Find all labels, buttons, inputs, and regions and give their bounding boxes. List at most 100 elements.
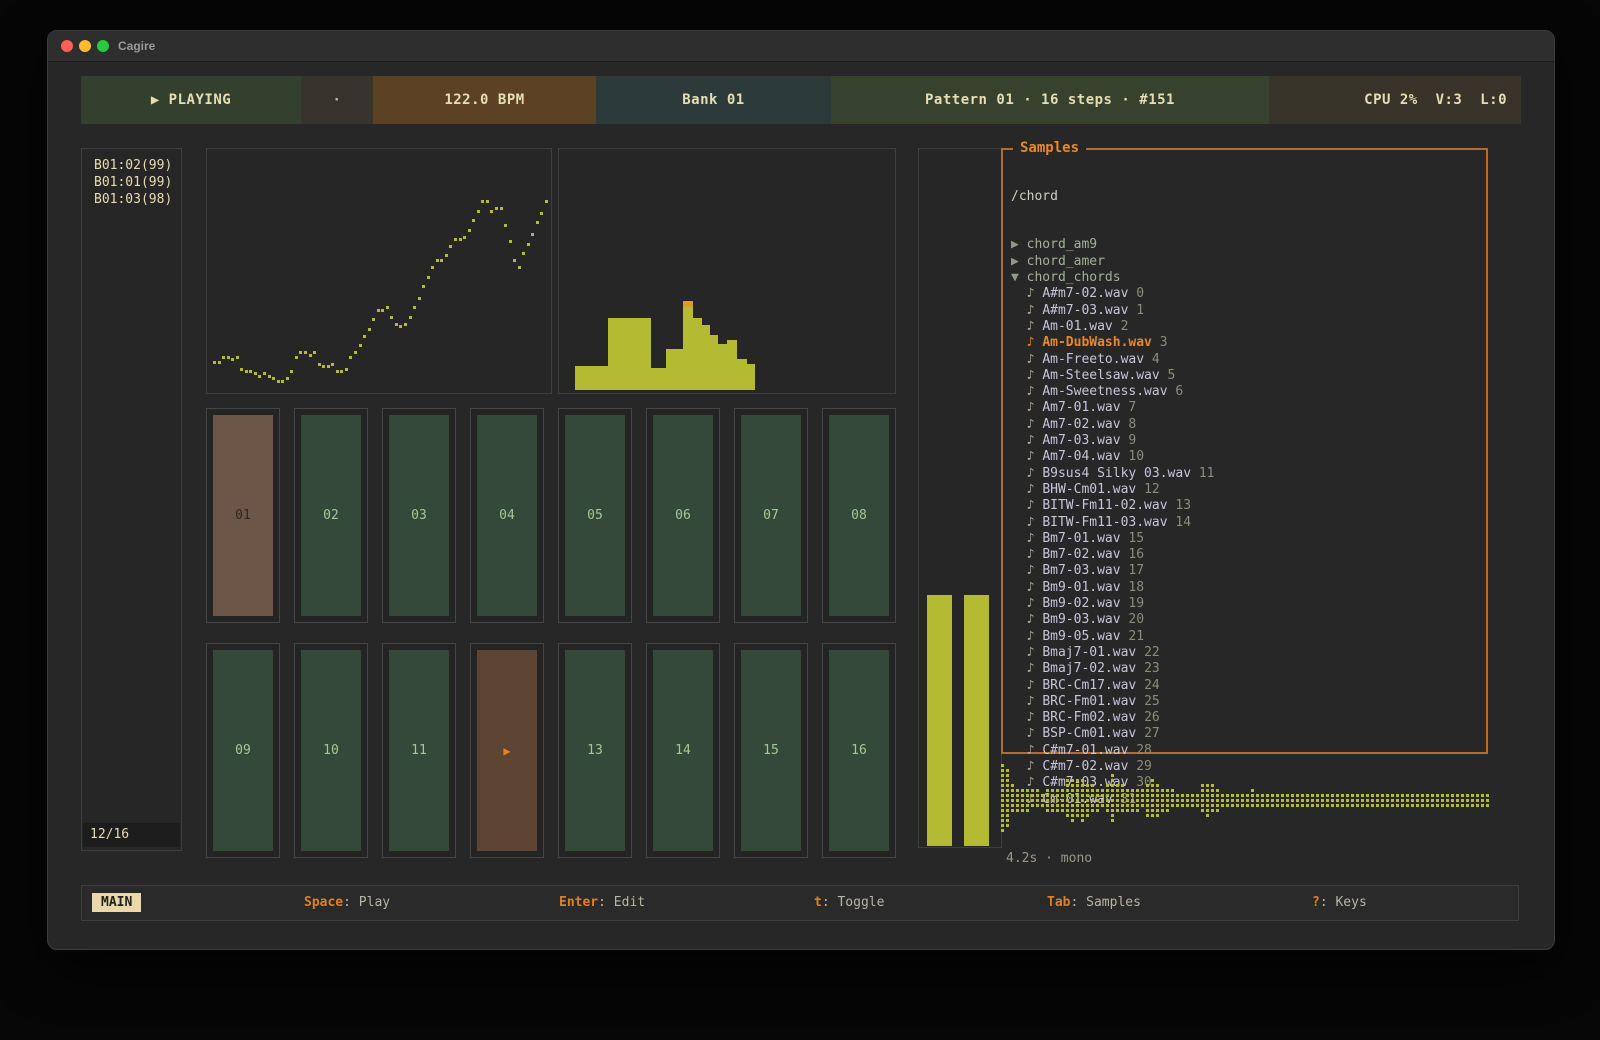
pad-03[interactable]: 03 bbox=[382, 408, 456, 623]
waveform-dot bbox=[1251, 804, 1254, 807]
waveform-dot bbox=[1146, 804, 1149, 807]
scatter-dot bbox=[409, 316, 412, 319]
pad-13[interactable]: 13 bbox=[558, 643, 632, 858]
waveform-dot bbox=[1021, 794, 1024, 797]
sample-row[interactable]: ♪ Am7-04.wav 10 bbox=[1011, 449, 1486, 465]
pad-10[interactable]: 10 bbox=[294, 643, 368, 858]
pad-04[interactable]: 04 bbox=[470, 408, 544, 623]
pad-02[interactable]: 02 bbox=[294, 408, 368, 623]
waveform-dot bbox=[1366, 799, 1369, 802]
folder-row-chord_chords[interactable]: ▼ chord_chords bbox=[1011, 270, 1486, 286]
waveform-dot bbox=[1021, 799, 1024, 802]
waveform-dot bbox=[1161, 794, 1164, 797]
samples-path: /chord bbox=[1011, 189, 1486, 205]
sample-row[interactable]: ♪ BHW-Cm01.wav 12 bbox=[1011, 482, 1486, 498]
sample-row[interactable]: ♪ Bm9-05.wav 21 bbox=[1011, 629, 1486, 645]
folder-row-chord_am9[interactable]: ▶ chord_am9 bbox=[1011, 237, 1486, 253]
sample-row[interactable]: ♪ BSP-Cm01.wav 27 bbox=[1011, 726, 1486, 742]
sample-row[interactable]: ♪ Bmaj7-01.wav 22 bbox=[1011, 645, 1486, 661]
waveform-dot bbox=[1111, 789, 1114, 792]
pattern-chart-panel bbox=[206, 148, 552, 394]
sample-row[interactable]: ♪ Bm7-02.wav 16 bbox=[1011, 547, 1486, 563]
sample-row[interactable]: ♪ BRC-Fm01.wav 25 bbox=[1011, 694, 1486, 710]
waveform-dot bbox=[1006, 809, 1009, 812]
sample-row[interactable]: ♪ Bm9-03.wav 20 bbox=[1011, 612, 1486, 628]
waveform-dot bbox=[1111, 799, 1114, 802]
sample-row[interactable]: ♪ BRC-Cm17.wav 24 bbox=[1011, 678, 1486, 694]
waveform-dot bbox=[1326, 804, 1329, 807]
sample-row[interactable]: ♪ Am7-01.wav 7 bbox=[1011, 400, 1486, 416]
waveform-dot bbox=[1341, 794, 1344, 797]
pad-05[interactable]: 05 bbox=[558, 408, 632, 623]
sample-name: Am7-01.wav bbox=[1042, 400, 1120, 415]
sample-row[interactable]: ♪ A#m7-03.wav 1 bbox=[1011, 303, 1486, 319]
scatter-dot bbox=[295, 356, 298, 359]
sample-row[interactable]: ♪ BITW-Fm11-02.wav 13 bbox=[1011, 498, 1486, 514]
hint-key: ? bbox=[1312, 895, 1320, 910]
pad-07[interactable]: 07 bbox=[734, 408, 808, 623]
pad-12[interactable]: ▶ bbox=[470, 643, 544, 858]
waveform-dot bbox=[1096, 789, 1099, 792]
waveform-dot bbox=[1441, 804, 1444, 807]
waveform-dot bbox=[1116, 784, 1119, 787]
sample-row[interactable]: ♪ Am7-03.wav 9 bbox=[1011, 433, 1486, 449]
sample-row[interactable]: ♪ B9sus4 Silky 03.wav 11 bbox=[1011, 466, 1486, 482]
folder-arrow-icon: ▶ bbox=[1011, 254, 1019, 269]
waveform-dot bbox=[1426, 794, 1429, 797]
waveform-dot bbox=[1131, 804, 1134, 807]
waveform-dot bbox=[1161, 809, 1164, 812]
waveform-dot bbox=[1391, 804, 1394, 807]
waveform-dot bbox=[1446, 794, 1449, 797]
pad-09[interactable]: 09 bbox=[206, 643, 280, 858]
pad-15[interactable]: 15 bbox=[734, 643, 808, 858]
waveform-dot bbox=[1061, 809, 1064, 812]
waveform-dot bbox=[1126, 799, 1129, 802]
waveform-dot bbox=[1081, 799, 1084, 802]
sample-index: 18 bbox=[1128, 580, 1144, 595]
close-window-button[interactable] bbox=[61, 40, 73, 52]
sample-row[interactable]: ♪ Bm7-01.wav 15 bbox=[1011, 531, 1486, 547]
sample-row[interactable]: ♪ Am-DubWash.wav 3 bbox=[1011, 335, 1486, 351]
waveform-dot bbox=[1011, 789, 1014, 792]
hint-tab: Tab: Samples bbox=[1047, 895, 1141, 910]
folder-row-chord_amer[interactable]: ▶ chord_amer bbox=[1011, 254, 1486, 270]
sample-row[interactable]: ♪ BITW-Fm11-03.wav 14 bbox=[1011, 515, 1486, 531]
waveform-dot bbox=[1426, 799, 1429, 802]
sample-row[interactable]: ♪ Am-Freeto.wav 4 bbox=[1011, 352, 1486, 368]
pad-01[interactable]: 01 bbox=[206, 408, 280, 623]
waveform-dot bbox=[1241, 804, 1244, 807]
note-icon: ♪ bbox=[1027, 694, 1035, 709]
pad-11[interactable]: 11 bbox=[382, 643, 456, 858]
waveform-dot bbox=[1056, 804, 1059, 807]
pad-08[interactable]: 08 bbox=[822, 408, 896, 623]
sample-row[interactable]: ♪ A#m7-02.wav 0 bbox=[1011, 286, 1486, 302]
waveform-dot bbox=[1151, 814, 1154, 817]
hint-key: t bbox=[814, 895, 822, 910]
waveform-dot bbox=[1446, 804, 1449, 807]
sample-row[interactable]: ♪ Am-01.wav 2 bbox=[1011, 319, 1486, 335]
waveform-dot bbox=[1086, 789, 1089, 792]
zoom-window-button[interactable] bbox=[97, 40, 109, 52]
sample-name: A#m7-02.wav bbox=[1042, 286, 1128, 301]
sample-row[interactable]: ♪ BRC-Fm02.wav 26 bbox=[1011, 710, 1486, 726]
waveform-dot bbox=[1221, 804, 1224, 807]
waveform-dot bbox=[1346, 804, 1349, 807]
pad-06[interactable]: 06 bbox=[646, 408, 720, 623]
note-icon: ♪ bbox=[1027, 515, 1035, 530]
sample-row[interactable]: ♪ Bm7-03.wav 17 bbox=[1011, 563, 1486, 579]
waveform-dot bbox=[1091, 794, 1094, 797]
minimize-window-button[interactable] bbox=[79, 40, 91, 52]
sample-row[interactable]: ♪ Bm9-01.wav 18 bbox=[1011, 580, 1486, 596]
scatter-dot bbox=[477, 210, 480, 213]
pad-14[interactable]: 14 bbox=[646, 643, 720, 858]
sample-row[interactable]: ♪ Bmaj7-02.wav 23 bbox=[1011, 661, 1486, 677]
sample-row[interactable]: ♪ Am7-02.wav 8 bbox=[1011, 417, 1486, 433]
histogram-bar bbox=[718, 344, 727, 390]
waveform-dot bbox=[1206, 784, 1209, 787]
sample-row[interactable]: ♪ Am-Steelsaw.wav 5 bbox=[1011, 368, 1486, 384]
waveform-dot bbox=[1426, 804, 1429, 807]
pad-16[interactable]: 16 bbox=[822, 643, 896, 858]
waveform-dot bbox=[1326, 799, 1329, 802]
sample-row[interactable]: ♪ Am-Sweetness.wav 6 bbox=[1011, 384, 1486, 400]
sample-row[interactable]: ♪ Bm9-02.wav 19 bbox=[1011, 596, 1486, 612]
